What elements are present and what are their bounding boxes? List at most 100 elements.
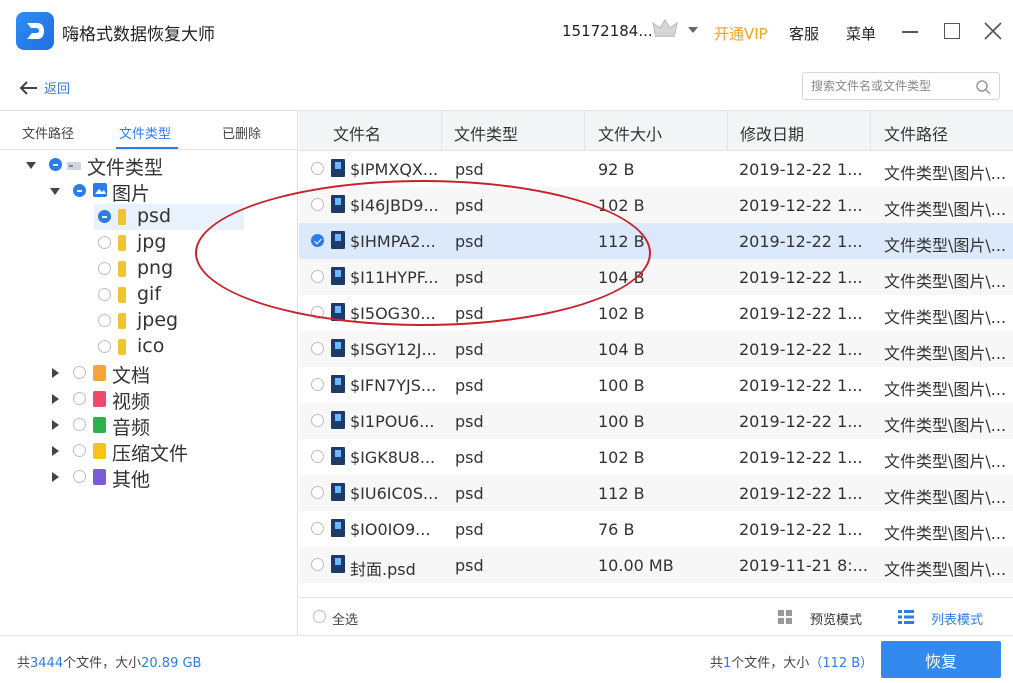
tree-jpeg-label: jpeg (137, 309, 179, 331)
close-icon[interactable] (983, 21, 1003, 41)
tree-item-other[interactable]: 其他 (0, 464, 297, 491)
tree-item-video[interactable]: 视频 (0, 386, 297, 413)
list-view-icon[interactable] (897, 609, 915, 625)
row-radio[interactable] (311, 198, 324, 211)
table-row[interactable]: $ISGY12J... psd 104 B 2019-12-22 1... 文件… (299, 331, 1013, 367)
tree-jpg-radio[interactable] (98, 236, 111, 249)
table-row[interactable]: $IU6IC0S... psd 112 B 2019-12-22 1... 文件… (299, 475, 1013, 511)
minimize-icon[interactable] (902, 31, 918, 33)
expand-arrow-icon[interactable] (52, 394, 59, 404)
expand-arrow-icon[interactable] (52, 368, 59, 378)
table-row[interactable]: $IFN7YJS... psd 100 B 2019-12-22 1... 文件… (299, 367, 1013, 403)
tree-item-jpg[interactable]: jpg (94, 230, 244, 256)
tree-item-archives[interactable]: 压缩文件 (0, 438, 297, 465)
tab-deleted[interactable]: 已删除 (222, 123, 261, 142)
tab-file-type[interactable]: 文件类型 (119, 123, 171, 142)
tab-file-path[interactable]: 文件路径 (22, 123, 74, 142)
left-tabs: 文件路径 文件类型 已删除 (0, 111, 297, 150)
column-divider[interactable] (727, 111, 728, 151)
tree-root[interactable]: 文件类型 (0, 152, 297, 179)
column-header-date[interactable]: 修改日期 (740, 121, 804, 145)
column-header-type[interactable]: 文件类型 (454, 121, 518, 145)
tree-item-audio[interactable]: 音频 (0, 412, 297, 439)
maximize-icon[interactable] (944, 23, 960, 39)
grid-view-icon[interactable] (777, 609, 793, 625)
expand-arrow-icon[interactable] (26, 162, 36, 169)
tree-archives-label: 压缩文件 (112, 443, 189, 465)
tree-images-radio[interactable] (73, 184, 86, 197)
tree-item-jpeg[interactable]: jpeg (94, 308, 244, 334)
row-radio[interactable] (311, 522, 324, 535)
app-window: 嗨格式数据恢复大师 15172184... 开通VIP 客服 菜单 返回 文件路… (0, 0, 1013, 683)
expand-arrow-icon[interactable] (52, 446, 59, 456)
row-radio[interactable] (311, 414, 324, 427)
account-id[interactable]: 15172184... (562, 22, 653, 40)
column-header-size[interactable]: 文件大小 (598, 121, 662, 145)
column-divider[interactable] (441, 111, 442, 151)
preview-mode-button[interactable]: 预览模式 (810, 609, 862, 628)
list-mode-button[interactable]: 列表模式 (931, 609, 983, 628)
tree-root-radio[interactable] (49, 158, 62, 171)
tree-ico-radio[interactable] (98, 340, 111, 353)
back-button[interactable]: 返回 (18, 78, 70, 97)
tab-active-indicator (116, 147, 178, 149)
tree-audio-radio[interactable] (73, 418, 86, 431)
row-radio[interactable] (311, 378, 324, 391)
sel-size: （112 B） (809, 656, 874, 671)
tree-item-gif[interactable]: gif (94, 282, 244, 308)
table-row[interactable]: 封面.psd psd 10.00 MB 2019-11-21 8:... 文件类… (299, 547, 1013, 583)
file-path: 文件类型\图片\... (884, 272, 1007, 291)
account-dropdown-icon[interactable] (688, 27, 698, 33)
row-radio[interactable] (311, 486, 324, 499)
select-all-label[interactable]: 全选 (332, 609, 358, 628)
search-icon[interactable] (975, 79, 991, 95)
psd-file-icon (331, 411, 345, 429)
column-divider[interactable] (584, 111, 585, 151)
table-row[interactable]: $I5OG30... psd 102 B 2019-12-22 1... 文件类… (299, 295, 1013, 331)
table-row[interactable]: $I11HYPF... psd 104 B 2019-12-22 1... 文件… (299, 259, 1013, 295)
tree-item-documents[interactable]: 文档 (0, 360, 297, 387)
menu-link[interactable]: 菜单 (846, 23, 876, 44)
psd-file-icon (331, 555, 345, 573)
file-path: 文件类型\图片\... (884, 380, 1007, 399)
table-row[interactable]: $I46JBD9... psd 102 B 2019-12-22 1... 文件… (299, 187, 1013, 223)
tree-item-png[interactable]: png (94, 256, 244, 282)
tree-archives-radio[interactable] (73, 444, 86, 457)
table-row[interactable]: $IPMXQX... psd 92 B 2019-12-22 1... 文件类型… (299, 151, 1013, 187)
tree-jpeg-radio[interactable] (98, 314, 111, 327)
row-radio[interactable] (311, 342, 324, 355)
expand-arrow-icon[interactable] (52, 420, 59, 430)
expand-arrow-icon[interactable] (52, 472, 59, 482)
select-all-radio[interactable] (313, 610, 326, 623)
tree-item-ico[interactable]: ico (94, 334, 244, 360)
tree-other-radio[interactable] (73, 470, 86, 483)
customer-service-link[interactable]: 客服 (789, 23, 819, 44)
tree-psd-radio[interactable] (98, 210, 111, 223)
row-radio[interactable] (311, 162, 324, 175)
open-vip-link[interactable]: 开通VIP (714, 23, 768, 44)
table-row[interactable]: $I1POU6... psd 100 B 2019-12-22 1... 文件类… (299, 403, 1013, 439)
row-radio[interactable] (311, 306, 324, 319)
column-header-name[interactable]: 文件名 (333, 121, 381, 145)
row-radio[interactable] (311, 234, 324, 247)
tree-item-images[interactable]: 图片 (0, 178, 297, 205)
recover-button[interactable]: 恢复 (881, 641, 1001, 678)
tree-gif-radio[interactable] (98, 288, 111, 301)
column-divider[interactable] (870, 111, 871, 151)
status-bar: 共3444个文件，大小20.89 GB 共1个文件，大小（112 B） 恢复 (0, 635, 1013, 683)
table-row[interactable]: $IHMPA2... psd 112 B 2019-12-22 1... 文件类… (299, 223, 1013, 259)
file-path: 文件类型\图片\... (884, 452, 1007, 471)
tree-png-radio[interactable] (98, 262, 111, 275)
row-radio[interactable] (311, 450, 324, 463)
tree-video-radio[interactable] (73, 392, 86, 405)
row-radio[interactable] (311, 270, 324, 283)
expand-arrow-icon[interactable] (50, 188, 60, 195)
tree-documents-radio[interactable] (73, 366, 86, 379)
column-header-path[interactable]: 文件路径 (884, 121, 948, 145)
row-radio[interactable] (311, 558, 324, 571)
file-type: psd (455, 196, 484, 215)
tree-item-psd[interactable]: psd (94, 204, 244, 230)
search-input[interactable] (811, 74, 976, 98)
table-row[interactable]: $IO0IO9... psd 76 B 2019-12-22 1... 文件类型… (299, 511, 1013, 547)
table-row[interactable]: $IGK8U8... psd 102 B 2019-12-22 1... 文件类… (299, 439, 1013, 475)
